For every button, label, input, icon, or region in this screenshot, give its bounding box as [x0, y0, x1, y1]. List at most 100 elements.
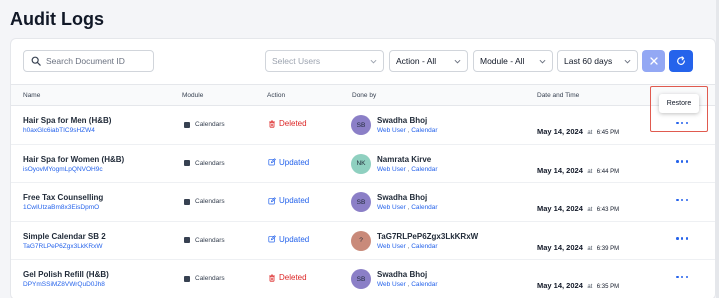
- module-label: Calendars: [195, 198, 225, 205]
- table-header: Name Module Action Done by Date and Time: [11, 84, 715, 106]
- calendar-module-icon: [184, 121, 190, 128]
- module-select[interactable]: Module - All: [473, 50, 553, 72]
- action-label: Updated: [279, 157, 310, 167]
- date-label: May 14, 2024: [537, 281, 583, 290]
- avatar: ?: [351, 230, 371, 251]
- search-icon: [31, 56, 41, 66]
- dot-icon: [676, 275, 679, 279]
- avatar-initials: SB: [356, 121, 366, 129]
- column-header-action: Action: [267, 92, 286, 99]
- more-options-button[interactable]: [675, 118, 689, 128]
- action-label: Updated: [279, 196, 310, 205]
- module-label: Calendars: [195, 236, 225, 244]
- module-label: Calendars: [195, 275, 225, 282]
- action-label: Deleted: [279, 273, 307, 282]
- avatar-initials: NK: [356, 160, 366, 167]
- document-id-link[interactable]: isOyovMYogmLpQNVOH9c: [23, 166, 103, 173]
- table-row[interactable]: Hair Spa for Women (H&B) isOyovMYogmLpQNV…: [11, 145, 715, 183]
- close-icon: [649, 57, 658, 65]
- users-select[interactable]: Select Users: [265, 50, 384, 72]
- date-range-select[interactable]: Last 60 days: [557, 50, 638, 72]
- edit-icon: [268, 158, 276, 166]
- action-select-label: Action - All: [396, 56, 437, 66]
- chevron-down-icon: [539, 59, 546, 63]
- time-label: 6:43 PM: [596, 207, 620, 213]
- dot-icon: [685, 275, 688, 279]
- dot-icon: [680, 121, 684, 125]
- time-label: 6:45 PM: [596, 130, 620, 136]
- action-select[interactable]: Action - All: [389, 50, 468, 72]
- table-row[interactable]: Free Tax Counselling 1CwIUtzaBm8x3EisDpmO…: [11, 183, 715, 222]
- edit-icon: [268, 196, 276, 204]
- action-cell: Updated: [268, 196, 309, 205]
- user-module[interactable]: Calendar: [411, 127, 437, 134]
- more-options-button[interactable]: [675, 234, 689, 244]
- user-role[interactable]: Web User: [377, 166, 406, 173]
- refresh-icon: [677, 56, 685, 65]
- document-id-link[interactable]: 1CwIUtzaBm8x3EisDpmO: [23, 204, 99, 211]
- table-row[interactable]: Hair Spa for Men (H&B) h0axGlc6iabTIC9sHZ…: [11, 106, 715, 145]
- dot-icon: [685, 160, 688, 163]
- date-label: May 14, 2024: [537, 204, 583, 213]
- document-id-link[interactable]: DPYmSSiMZ8VWrQuD0Jh8: [23, 281, 105, 288]
- search-box[interactable]: [23, 50, 154, 72]
- time-label: 6:44 PM: [596, 168, 620, 175]
- more-options-button[interactable]: [675, 272, 689, 282]
- document-name[interactable]: Hair Spa for Men (H&B): [23, 116, 111, 125]
- more-options-button[interactable]: [675, 195, 689, 205]
- user-module[interactable]: Calendar: [411, 204, 437, 211]
- trash-icon: [269, 274, 275, 282]
- user-meta: Web User , Calendar: [377, 204, 438, 211]
- module-cell: Calendars: [184, 160, 225, 167]
- user-meta: Web User , Calendar: [377, 127, 438, 134]
- search-input[interactable]: [46, 56, 146, 66]
- user-name: Namrata Kirve: [377, 154, 432, 164]
- restore-tooltip[interactable]: Restore: [659, 94, 699, 113]
- date-label: May 14, 2024: [537, 242, 583, 252]
- user-role[interactable]: Web User: [377, 204, 406, 211]
- date-time-cell: May 14, 2024 at 6:43 PM: [537, 198, 619, 216]
- user-meta: Web User , Calendar: [377, 281, 438, 288]
- chevron-down-icon: [370, 59, 377, 63]
- user-module[interactable]: Calendar: [411, 243, 437, 250]
- user-name: Swadha Bhoj: [377, 270, 428, 279]
- user-name: TaG7RLPeP6Zgx3LkKRxW: [377, 231, 479, 241]
- chevron-down-icon: [624, 59, 631, 63]
- audit-log-card: Select Users Action - All Module - All L…: [10, 38, 716, 298]
- document-id-link[interactable]: TaG7RLPeP6Zgx3LkKRxW: [23, 243, 102, 250]
- action-label: Deleted: [279, 119, 307, 128]
- dot-icon: [685, 121, 688, 125]
- document-id-link[interactable]: h0axGlc6iabTIC9sHZW4: [23, 127, 95, 134]
- user-module[interactable]: Calendar: [411, 281, 437, 288]
- user-role[interactable]: Web User: [377, 281, 406, 288]
- calendar-module-icon: [184, 275, 190, 282]
- table-row[interactable]: Simple Calendar SB 2 TaG7RLPeP6Zgx3LkKRxW…: [11, 222, 715, 260]
- dot-icon: [676, 121, 679, 125]
- more-options-button[interactable]: [675, 157, 689, 167]
- document-name[interactable]: Hair Spa for Women (H&B): [23, 155, 124, 164]
- dot-icon: [676, 160, 679, 163]
- user-module[interactable]: Calendar: [411, 166, 437, 173]
- document-name[interactable]: Simple Calendar SB 2: [23, 232, 106, 241]
- date-label: May 14, 2024: [537, 165, 583, 175]
- avatar-initials: ?: [359, 237, 363, 244]
- trash-icon: [269, 120, 275, 128]
- clear-filters-button[interactable]: [642, 50, 665, 72]
- user-role[interactable]: Web User: [377, 127, 406, 134]
- page-title: Audit Logs: [10, 9, 104, 29]
- table-row[interactable]: Gel Polish Refill (H&B) DPYmSSiMZ8VWrQuD0…: [11, 260, 715, 298]
- action-cell: Deleted: [268, 119, 307, 128]
- dot-icon: [680, 198, 684, 202]
- document-name[interactable]: Gel Polish Refill (H&B): [23, 270, 109, 279]
- dot-icon: [685, 198, 688, 202]
- user-name: Swadha Bhoj: [377, 116, 428, 125]
- date-time-cell: May 14, 2024 at 6:44 PM: [537, 160, 619, 178]
- action-cell: Updated: [268, 235, 309, 244]
- action-cell: Updated: [268, 158, 309, 167]
- dot-icon: [680, 275, 684, 279]
- document-name[interactable]: Free Tax Counselling: [23, 193, 103, 202]
- dot-icon: [680, 237, 684, 240]
- user-role[interactable]: Web User: [377, 243, 406, 250]
- module-cell: Calendars: [184, 275, 225, 282]
- refresh-button[interactable]: [669, 50, 693, 72]
